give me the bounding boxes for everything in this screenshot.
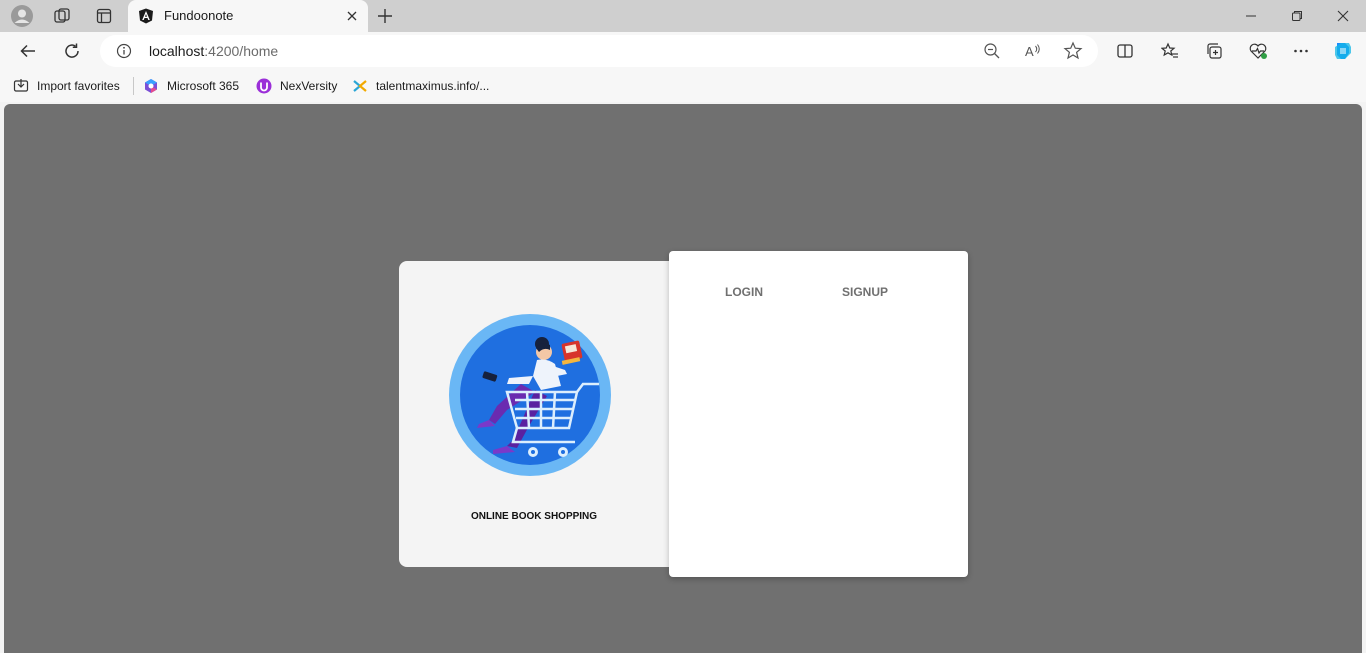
- tab-signup[interactable]: SIGNUP: [842, 285, 888, 299]
- settings-more-button[interactable]: [1287, 37, 1315, 65]
- microsoft-365-icon: [145, 79, 157, 93]
- favorite-nexversity[interactable]: NexVersity: [256, 76, 337, 96]
- talentmaximus-icon: [353, 80, 367, 92]
- auth-card: LOGIN SIGNUP: [669, 251, 968, 577]
- favorite-microsoft-365[interactable]: Microsoft 365: [143, 76, 239, 96]
- url-text[interactable]: localhost:4200/home: [149, 43, 278, 59]
- angular-icon: [139, 8, 153, 24]
- workspaces-icon[interactable]: [48, 4, 76, 28]
- import-favorites-icon: [13, 79, 29, 92]
- new-tab-icon[interactable]: [374, 5, 396, 27]
- favorite-import-favorites[interactable]: Import favorites: [13, 76, 120, 96]
- favorite-label: Microsoft 365: [167, 79, 240, 93]
- favorites-button[interactable]: [1156, 37, 1184, 65]
- restore-button[interactable]: [1274, 0, 1320, 32]
- tagline: ONLINE BOOK SHOPPING: [470, 511, 598, 522]
- restore-icon: [1292, 11, 1302, 21]
- copilot-icon: [1335, 43, 1351, 59]
- close-icon: [1337, 10, 1349, 22]
- back-button[interactable]: [14, 37, 42, 65]
- favorite-label: NexVersity: [280, 79, 338, 93]
- zoom-out-icon[interactable]: [982, 41, 1002, 61]
- tab-login[interactable]: LOGIN: [725, 285, 763, 299]
- tab-title: Fundoonote: [164, 8, 234, 23]
- svg-text:A: A: [1025, 44, 1034, 59]
- refresh-button[interactable]: [58, 37, 86, 65]
- tab-bar: Fundoonote: [0, 0, 1366, 32]
- shopping-cart-illustration: [449, 314, 611, 476]
- favorites-divider: [133, 77, 134, 95]
- minimize-icon: [1246, 15, 1256, 17]
- navigation-bar: localhost:4200/home A: [0, 32, 1366, 70]
- site-info-icon[interactable]: [116, 43, 132, 59]
- split-screen-icon: [1117, 44, 1133, 58]
- address-bar[interactable]: localhost:4200/home A: [100, 35, 1098, 67]
- favorite-label: talentmaximus.info/...: [376, 79, 490, 93]
- favorite-star-icon[interactable]: [1063, 41, 1083, 61]
- nexversity-icon: [256, 78, 272, 94]
- more-options-icon: [1294, 49, 1308, 53]
- browser-essentials-button[interactable]: [1244, 37, 1272, 65]
- refresh-icon: [65, 43, 79, 58]
- heart-pulse-icon: [1249, 43, 1267, 59]
- close-tab-icon[interactable]: [344, 8, 360, 24]
- vertical-tabs-icon[interactable]: [90, 4, 118, 28]
- page-viewport: ONLINE BOOK SHOPPING LOGIN SIGNUP: [4, 104, 1362, 653]
- collections-icon: [1207, 43, 1222, 59]
- favorites-list-icon: [1161, 42, 1178, 58]
- branding-card: ONLINE BOOK SHOPPING: [399, 261, 689, 567]
- close-window-button[interactable]: [1320, 0, 1366, 32]
- back-arrow-icon: [20, 44, 35, 58]
- active-tab[interactable]: Fundoonote: [128, 0, 368, 32]
- copilot-button[interactable]: [1329, 37, 1357, 65]
- minimize-button[interactable]: [1228, 0, 1274, 32]
- favorite-label: Import favorites: [37, 79, 120, 93]
- split-screen-button[interactable]: [1111, 37, 1139, 65]
- collections-button[interactable]: [1200, 37, 1228, 65]
- favorite-talentmaximus[interactable]: talentmaximus.info/...: [352, 76, 489, 96]
- read-aloud-icon[interactable]: A: [1023, 41, 1043, 61]
- profile-icon[interactable]: [8, 4, 36, 28]
